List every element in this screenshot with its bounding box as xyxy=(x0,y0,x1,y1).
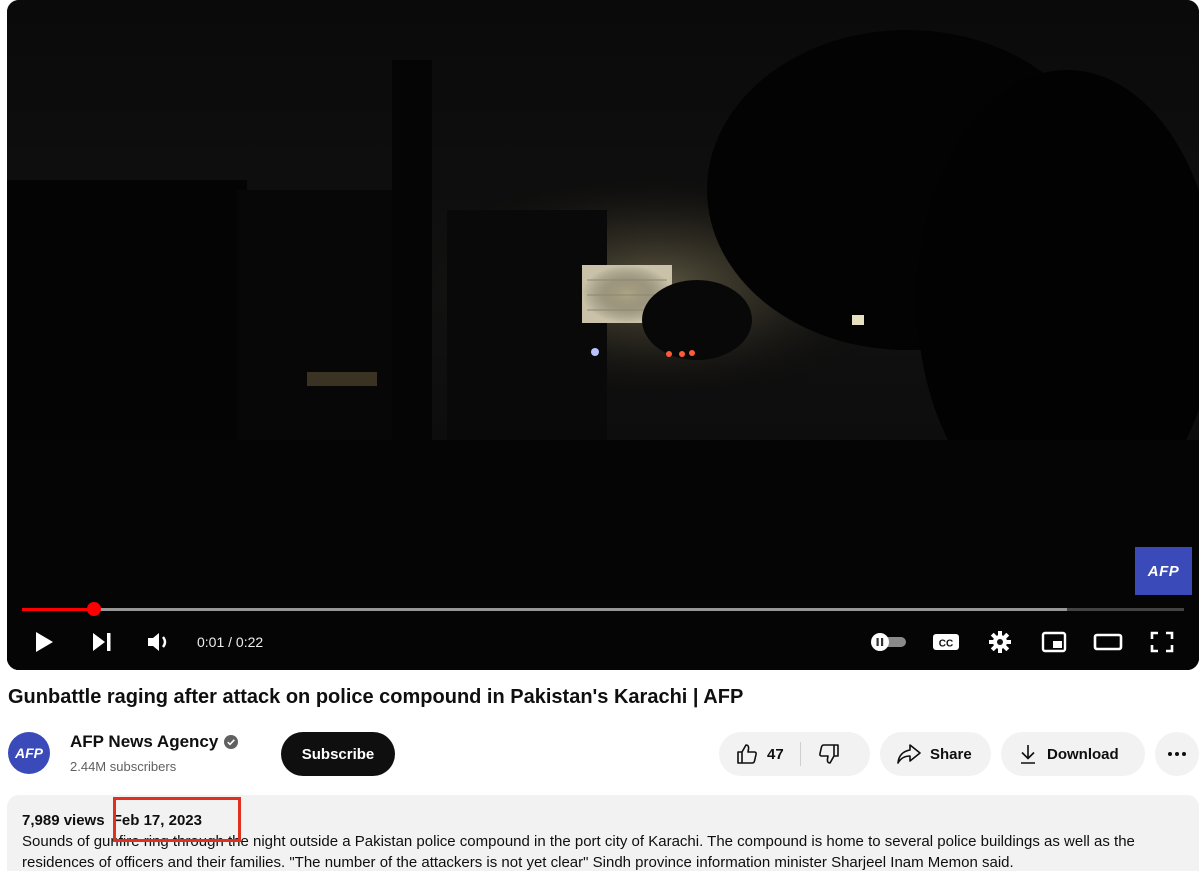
player-controls: 0:01 / 0:22 CC xyxy=(7,620,1199,664)
like-count: 47 xyxy=(767,745,784,763)
fullscreen-icon xyxy=(1150,631,1174,653)
captions-icon: CC xyxy=(933,634,959,650)
verified-icon xyxy=(224,735,239,749)
miniplayer-icon xyxy=(1041,631,1067,653)
time-display: 0:01 / 0:22 xyxy=(197,634,263,650)
description-text: Sounds of gunfire ring through the night… xyxy=(22,833,1135,871)
theater-mode-button[interactable] xyxy=(1085,620,1131,664)
upload-date: Feb 17, 2023 xyxy=(112,812,202,829)
next-button[interactable] xyxy=(79,620,125,664)
download-icon xyxy=(1021,745,1035,764)
autoplay-toggle[interactable] xyxy=(865,620,911,664)
video-player[interactable]: AFP 0:01 / 0:22 CC xyxy=(7,0,1199,670)
progress-bar[interactable] xyxy=(22,602,1184,616)
theater-icon xyxy=(1093,633,1123,651)
current-time: 0:01 xyxy=(197,634,225,650)
play-icon xyxy=(36,632,53,652)
more-actions-button[interactable] xyxy=(1155,732,1199,776)
miniplayer-button[interactable] xyxy=(1031,620,1077,664)
cc-text: CC xyxy=(939,639,953,650)
download-button[interactable]: Download xyxy=(1001,732,1145,776)
gear-icon xyxy=(989,631,1011,653)
progress-played xyxy=(22,608,95,611)
channel-name[interactable]: AFP News Agency xyxy=(70,732,218,752)
subscriber-count: 2.44M subscribers xyxy=(70,759,177,774)
video-title: Gunbattle raging after attack on police … xyxy=(8,686,744,708)
dislike-button[interactable] xyxy=(801,732,857,776)
share-button[interactable]: Share xyxy=(880,732,991,776)
description-meta: 7,989 views Feb 17, 2023 xyxy=(22,812,1199,829)
settings-button[interactable] xyxy=(977,620,1023,664)
fullscreen-button[interactable] xyxy=(1139,620,1185,664)
share-icon xyxy=(897,744,921,764)
like-button[interactable]: 47 xyxy=(719,732,800,776)
thumbs-up-icon xyxy=(737,744,757,764)
autoplay-icon xyxy=(871,633,906,651)
channel-name-row[interactable]: AFP News Agency xyxy=(70,732,239,752)
volume-button[interactable] xyxy=(137,620,183,664)
description-box[interactable]: 7,989 views Feb 17, 2023 Sounds of gunfi… xyxy=(7,795,1199,871)
progress-loaded xyxy=(22,608,1067,611)
afp-watermark: AFP xyxy=(1135,547,1192,595)
like-dislike-bar: 47 xyxy=(719,732,870,776)
download-label: Download xyxy=(1047,745,1119,763)
video-frame xyxy=(7,0,1199,670)
volume-icon xyxy=(148,633,167,651)
skip-next-icon xyxy=(93,633,111,651)
progress-scrubber[interactable] xyxy=(87,602,102,616)
more-horizontal-icon xyxy=(1168,752,1186,756)
share-label: Share xyxy=(930,745,972,763)
time-separator: / xyxy=(224,634,236,650)
thumbs-down-icon xyxy=(818,744,839,764)
captions-button[interactable]: CC xyxy=(923,620,969,664)
subscribe-button[interactable]: Subscribe xyxy=(281,732,395,776)
channel-avatar[interactable]: AFP xyxy=(8,732,50,774)
view-count: 7,989 views xyxy=(22,812,105,829)
duration: 0:22 xyxy=(235,634,264,650)
play-button[interactable] xyxy=(21,620,67,664)
